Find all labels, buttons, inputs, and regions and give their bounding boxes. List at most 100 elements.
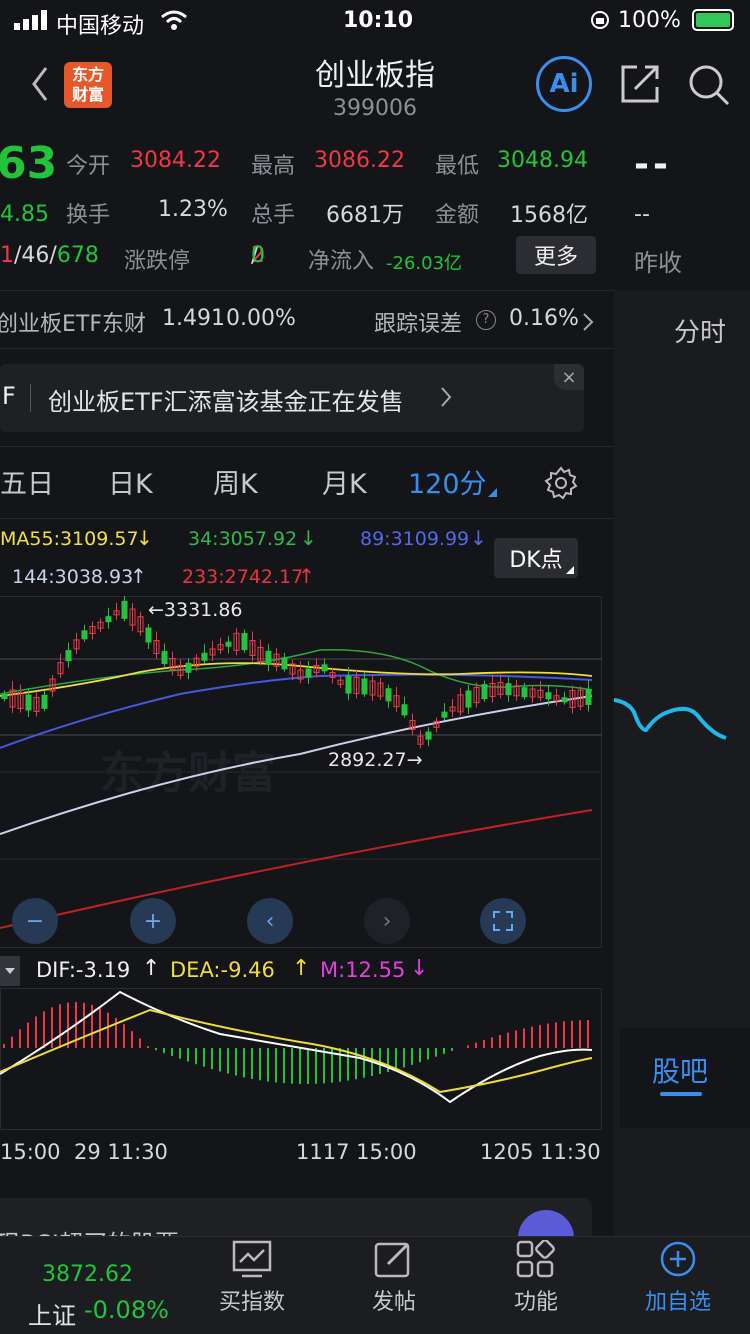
candle-body [225,641,232,647]
advance-count: 1 [0,243,14,268]
high-annotation: ←3331.86 [148,599,243,621]
legend-ma144: 144:3038.93 [12,566,134,588]
more-button[interactable]: 更多 [516,236,596,274]
candle-body [65,650,72,662]
scroll-left-button[interactable]: ‹ [247,898,293,944]
candle-body [425,731,432,740]
tab-monthly-k[interactable]: 月K [322,462,367,501]
scroll-right-button[interactable]: › [364,898,410,944]
dropdown-corner-icon [488,488,497,497]
indicator-switch-button[interactable] [0,956,20,986]
settings-button[interactable] [540,462,582,504]
candle-body [521,687,528,698]
tracking-error-label: 跟踪误差 [374,312,463,337]
inflow-value: -26.03亿 [386,253,463,274]
grid-icon [516,1240,555,1278]
index-change: -0.08% [84,1296,169,1324]
banner-divider [30,384,31,412]
legend-ma89: 89:3109.99 [360,528,470,550]
banner-close-button[interactable]: × [554,364,584,390]
low-value: 3048.94 [497,148,588,173]
last-price: 63 [0,138,58,189]
more-label: 更多 [533,245,578,270]
turnover-label: 换手 [66,203,111,228]
divider [0,518,614,519]
candle-body [105,616,112,623]
candle-body [385,688,392,702]
share-button[interactable] [618,62,662,106]
divider [0,446,614,447]
etf-name: 创业板ETF东财 [0,312,146,337]
banner-text: 创业板ETF汇添富该基金正在发售 [48,388,404,416]
open-value: 3084.22 [130,148,221,173]
index-price: 3872.62 [42,1262,133,1287]
header: 东方 财富 创业板指 399006 Ai [0,48,750,128]
candle-body [561,697,568,703]
time-label: 29 11:30 [74,1140,168,1164]
help-icon[interactable]: ? [476,310,496,330]
inflow-label: 净流入 [308,249,375,274]
chart-board-icon [232,1240,272,1278]
candle-body [465,690,472,708]
time-label: 1117 15:00 [296,1140,417,1164]
wifi-icon [161,10,187,30]
candle-body [81,630,88,640]
guba-underline [660,1092,702,1096]
index-ticker[interactable]: 3872.62 上证 -0.08% [0,1236,190,1334]
legend-ma55: MA55:3109.57 [0,528,139,550]
chevron-left-icon: ‹ [265,908,275,934]
up-arrow-icon: ↑ [298,564,315,588]
carrier-label: 中国移动 [56,14,145,39]
nav-functions[interactable]: 功能 [476,1240,596,1316]
plus-icon: + [143,908,163,934]
macd-chart[interactable] [0,988,602,1130]
candle-body [321,664,328,672]
index-name: 上证 [28,1302,76,1330]
legend-dif: DIF:-3.19 [36,958,131,982]
up-arrow-icon: ↑ [292,956,311,981]
watermark: 东方财富 [100,748,276,799]
candle-body [161,651,168,665]
nav-buy-index[interactable]: 买指数 [192,1240,312,1316]
close-icon: × [561,366,577,388]
candle-body [441,711,448,718]
tracking-error-value: 0.16% [509,306,579,331]
tab-five-day[interactable]: 五日 [0,462,54,501]
etf-price: 1.491 [162,306,225,331]
chevron-right-icon: › [382,908,392,934]
fund-banner[interactable]: F 创业板ETF汇添富该基金正在发售 × [0,364,584,432]
kline-chart[interactable]: 东方财富 ←3331.86 2892.27→ [0,596,602,948]
intraday-trend-line [614,698,727,740]
etf-row[interactable]: 创业板ETF东财 1.491 0.00% 跟踪误差 ? 0.16% [0,292,614,347]
tab-daily-k[interactable]: 日K [108,462,153,501]
candle-body [41,694,48,709]
expand-button[interactable] [480,898,526,944]
tab-time-share[interactable]: 分时 [674,312,726,349]
share-icon [621,65,659,103]
search-icon [689,65,730,106]
zoom-in-button[interactable]: + [130,898,176,944]
caret-down-icon [5,968,15,974]
guba-tab[interactable]: 股吧 [620,1028,750,1128]
up-arrow-icon: ↑ [130,564,147,588]
high-label: 最高 [251,154,296,179]
nav-add-watchlist[interactable]: 加自选 [618,1240,738,1316]
zoom-out-button[interactable]: − [12,898,58,944]
divider [0,290,614,291]
down-arrow-icon: ↓ [300,526,317,550]
gear-icon [544,466,578,500]
dk-point-button[interactable]: DK点 [494,538,578,578]
tab-weekly-k[interactable]: 周K [213,462,258,501]
low-label: 最低 [435,154,480,179]
volume-value: 6681万 [326,203,404,228]
search-button[interactable] [686,62,732,108]
nav-post[interactable]: 发帖 [334,1240,454,1316]
guba-label: 股吧 [652,1055,709,1088]
tab-120-minute[interactable]: 120分 [408,462,487,501]
orientation-lock-icon [591,11,609,29]
legend-ma34: 34:3057.92 [188,528,298,550]
ai-button[interactable]: Ai [536,56,592,112]
candle-body [185,662,192,673]
candle-body [345,675,352,694]
candle-body [121,600,128,619]
